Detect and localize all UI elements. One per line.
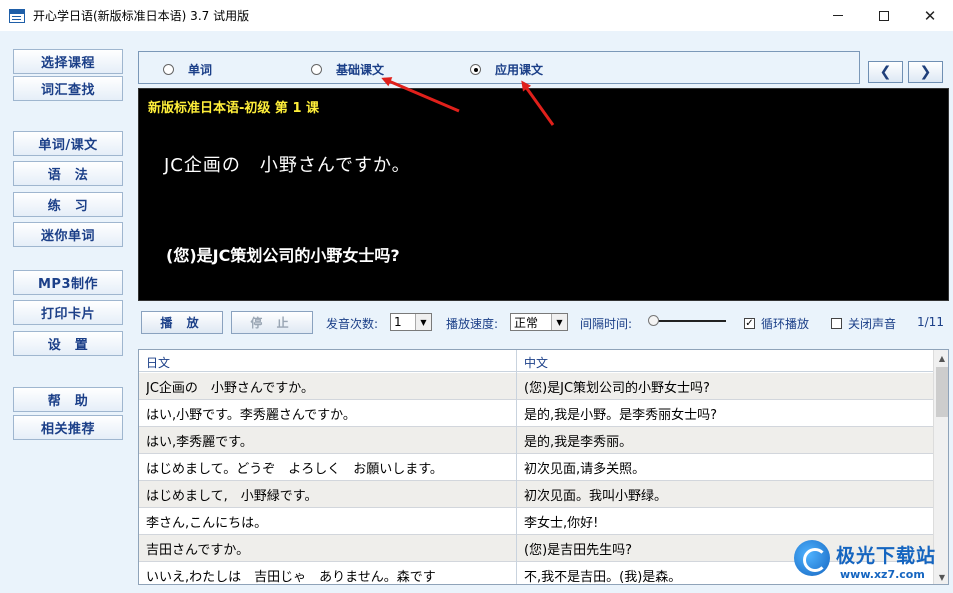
play-button[interactable]: 播 放	[141, 311, 223, 334]
radio-words[interactable]: 单词	[163, 61, 212, 78]
settings-button[interactable]: 设 置	[13, 331, 123, 356]
radio-basic-text-label: 基础课文	[336, 63, 385, 77]
app-icon	[9, 8, 25, 23]
chevron-left-icon: ❮	[879, 64, 892, 80]
radio-words-indicator[interactable]	[163, 64, 174, 75]
japanese-sentence: JC企画の 小野さんですか。	[164, 155, 411, 176]
table-row[interactable]: はじめまして。どうぞ よろしく お願いします。 初次见面,请多关照。	[139, 454, 933, 481]
practice-button[interactable]: 练 习	[13, 192, 123, 217]
radio-applied-text[interactable]: 应用课文	[470, 61, 543, 78]
dropdown-arrow-icon[interactable]: ▼	[551, 314, 567, 330]
sentence-counter: 1/11	[917, 315, 944, 329]
cell-japanese: 吉田さんですか。	[146, 543, 250, 558]
scroll-up-icon[interactable]: ▲	[934, 350, 948, 366]
checkbox-checked-icon[interactable]: ✓	[744, 318, 755, 329]
watermark-url: www.xz7.com	[840, 568, 925, 581]
minimize-button[interactable]	[815, 0, 861, 31]
title-bar: 开心学日语(新版标准日本语) 3.7 试用版 ✕	[0, 0, 953, 31]
checkbox-unchecked-icon[interactable]	[831, 318, 842, 329]
word-text-button[interactable]: 单词/课文	[13, 131, 123, 156]
grammar-button[interactable]: 语 法	[13, 161, 123, 186]
cell-japanese: はい,小野です。李秀麗さんですか。	[146, 408, 356, 423]
table-header: 日文 中文	[139, 350, 933, 372]
next-lesson-button[interactable]: ❯	[908, 61, 943, 83]
cell-japanese: 李さん,こんにちは。	[146, 516, 268, 531]
chevron-right-icon: ❯	[919, 64, 932, 80]
cell-chinese: (您)是JC策划公司的小野女士吗?	[524, 381, 710, 396]
repeat-count-value: 1	[394, 315, 402, 329]
close-icon: ✕	[923, 6, 937, 25]
maximize-icon	[879, 10, 889, 21]
speed-select[interactable]: 正常 ▼	[510, 313, 568, 331]
mini-words-button[interactable]: 迷你单词	[13, 222, 123, 247]
cell-chinese: 李女士,你好!	[524, 516, 599, 531]
mute-label: 关闭声音	[848, 317, 897, 331]
scrollbar-thumb[interactable]	[936, 367, 948, 417]
print-cards-button[interactable]: 打印卡片	[13, 300, 123, 325]
loop-play-label: 循环播放	[761, 317, 810, 331]
column-header-chinese[interactable]: 中文	[524, 354, 548, 371]
cell-japanese: いいえ,わたしは 吉田じゃ ありません。森です	[146, 570, 436, 585]
table-row[interactable]: はじめまして, 小野緑です。 初次见面。我叫小野绿。	[139, 481, 933, 508]
maximize-button[interactable]	[861, 0, 907, 31]
window-title: 开心学日语(新版标准日本语) 3.7 试用版	[33, 9, 250, 23]
table-row[interactable]: 李さん,こんにちは。 李女士,你好!	[139, 508, 933, 535]
interval-slider-thumb[interactable]	[648, 315, 659, 326]
table-row[interactable]: はい,小野です。李秀麗さんですか。 是的,我是小野。是李秀丽女士吗?	[139, 400, 933, 427]
close-button[interactable]: ✕	[907, 0, 953, 31]
column-header-japanese[interactable]: 日文	[146, 354, 170, 371]
radio-words-label: 单词	[188, 63, 213, 77]
radio-applied-text-label: 应用课文	[495, 63, 544, 77]
cell-japanese: JC企画の 小野さんですか。	[146, 381, 315, 396]
radio-applied-text-indicator[interactable]	[470, 64, 481, 75]
cell-chinese: 初次见面。我叫小野绿。	[524, 489, 668, 504]
watermark-name: 极光下载站	[836, 545, 937, 567]
stop-button[interactable]: 停 止	[231, 311, 313, 334]
column-separator[interactable]	[516, 350, 517, 584]
cell-japanese: はい,李秀麗です。	[146, 435, 253, 450]
related-recommend-button[interactable]: 相关推荐	[13, 415, 123, 440]
cell-chinese: 是的,我是李秀丽。	[524, 435, 633, 450]
repeat-count-select[interactable]: 1 ▼	[390, 313, 432, 331]
minimize-icon	[833, 15, 843, 16]
dropdown-arrow-icon[interactable]: ▼	[415, 314, 431, 330]
table-row[interactable]: JC企画の 小野さんですか。 (您)是JC策划公司的小野女士吗?	[139, 373, 933, 400]
lesson-title: 新版标准日本语-初级 第 1 课	[148, 101, 320, 116]
cell-chinese: 初次见面,请多关照。	[524, 462, 646, 477]
radio-basic-text-indicator[interactable]	[311, 64, 322, 75]
interval-label: 间隔时间:	[580, 317, 633, 331]
watermark-logo-icon	[794, 540, 830, 576]
repeat-count-label: 发音次数:	[326, 317, 379, 331]
table-row[interactable]: はい,李秀麗です。 是的,我是李秀丽。	[139, 427, 933, 454]
interval-slider-track[interactable]	[652, 320, 726, 322]
mp3-make-button[interactable]: MP3制作	[13, 270, 123, 295]
cell-japanese: はじめまして。どうぞ よろしく お願いします。	[146, 462, 443, 477]
prev-lesson-button[interactable]: ❮	[868, 61, 903, 83]
vocabulary-search-button[interactable]: 词汇查找	[13, 76, 123, 101]
select-course-button[interactable]: 选择课程	[13, 49, 123, 74]
watermark: 极光下载站 www.xz7.com	[790, 538, 950, 586]
speed-label: 播放速度:	[446, 317, 499, 331]
sentence-display: 新版标准日本语-初级 第 1 课 JC企画の 小野さんですか。 (您)是JC策划…	[138, 88, 949, 301]
chinese-sentence: (您)是JC策划公司的小野女士吗?	[166, 246, 400, 265]
help-button[interactable]: 帮 助	[13, 387, 123, 412]
mode-radio-group: 单词 基础课文 应用课文	[138, 51, 860, 84]
loop-play-checkbox[interactable]: ✓ 循环播放	[744, 315, 809, 332]
speed-value: 正常	[514, 315, 539, 330]
mute-checkbox[interactable]: 关闭声音	[831, 315, 896, 332]
radio-basic-text[interactable]: 基础课文	[311, 61, 384, 78]
cell-japanese: はじめまして, 小野緑です。	[146, 489, 318, 504]
cell-chinese: 是的,我是小野。是李秀丽女士吗?	[524, 408, 718, 423]
